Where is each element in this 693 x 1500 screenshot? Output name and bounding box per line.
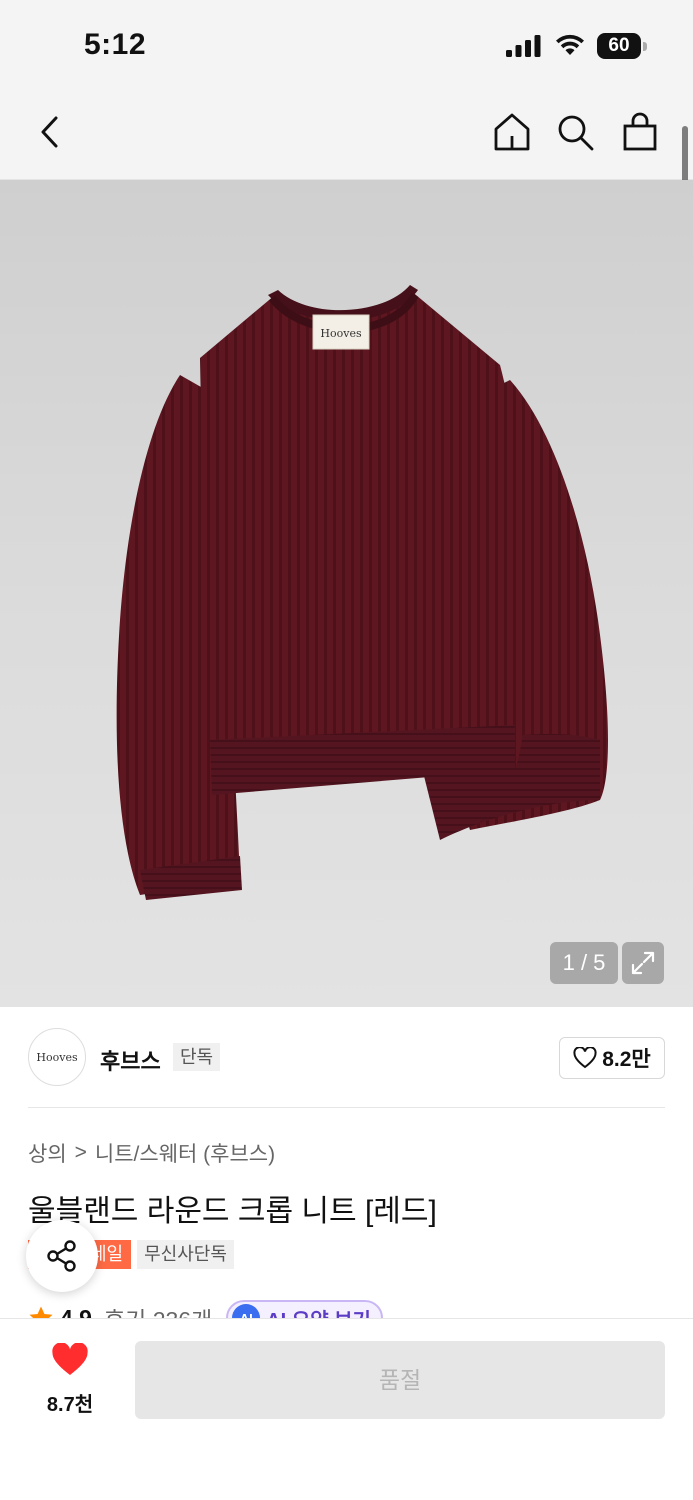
garment-label-text: Hooves xyxy=(320,327,362,340)
section-divider xyxy=(28,1107,665,1108)
battery-level: 60 xyxy=(597,33,641,59)
battery-icon: 60 xyxy=(597,33,647,59)
product-image-carousel[interactable]: Hooves 1 / 5 xyxy=(0,180,693,1007)
breadcrumb: 상의 > 니트/스웨터 (후브스) xyxy=(28,1138,275,1168)
bottom-action-bar: 8.7천 품절 xyxy=(0,1318,693,1500)
battery-tip xyxy=(643,42,647,51)
wishlist-button[interactable]: 8.7천 xyxy=(30,1342,110,1417)
wifi-icon xyxy=(556,34,584,55)
status-bar: 5:12 60 xyxy=(0,0,693,90)
product-title: 울블랜드 라운드 크롭 니트 [레드] xyxy=(28,1195,437,1228)
home-button[interactable] xyxy=(488,108,536,156)
top-nav-bar xyxy=(0,90,693,180)
image-pager: 1 / 5 xyxy=(550,942,618,984)
brand-like-button[interactable]: 8.2만 xyxy=(559,1037,665,1079)
product-sweater-image: Hooves xyxy=(116,285,608,900)
expand-icon xyxy=(631,951,655,975)
home-icon xyxy=(494,113,530,151)
search-button[interactable] xyxy=(551,108,599,156)
exclusive-tag: 무신사단독 xyxy=(137,1240,234,1269)
wishlist-count: 8.7천 xyxy=(46,1394,94,1416)
heart-outline-icon xyxy=(573,1047,597,1069)
share-button[interactable] xyxy=(26,1220,98,1292)
chevron-left-icon xyxy=(41,116,58,148)
brand-logo[interactable]: Hooves xyxy=(28,1028,86,1086)
share-icon xyxy=(47,1240,76,1272)
status-time: 5:12 xyxy=(84,28,147,61)
breadcrumb-separator: > xyxy=(74,1141,87,1164)
back-button[interactable] xyxy=(26,108,74,156)
cart-button[interactable] xyxy=(616,108,664,156)
search-icon xyxy=(558,115,594,151)
breadcrumb-category[interactable]: 상의 xyxy=(28,1138,67,1168)
brand-logo-text: Hooves xyxy=(36,1050,78,1064)
fullscreen-button[interactable] xyxy=(622,942,664,984)
brand-name[interactable]: 후브스 xyxy=(100,1044,161,1076)
soldout-button[interactable]: 품절 xyxy=(135,1341,665,1419)
brand-row: Hooves 후브스 단독 8.2만 xyxy=(28,1028,665,1088)
heart-filled-icon xyxy=(52,1342,88,1375)
breadcrumb-subcategory[interactable]: 니트/스웨터 (후브스) xyxy=(95,1138,275,1168)
cellular-signal-icon xyxy=(506,35,541,57)
shopping-bag-icon xyxy=(623,112,657,151)
brand-like-count: 8.2만 xyxy=(602,1048,651,1071)
brand-exclusive-badge: 단독 xyxy=(173,1043,221,1071)
